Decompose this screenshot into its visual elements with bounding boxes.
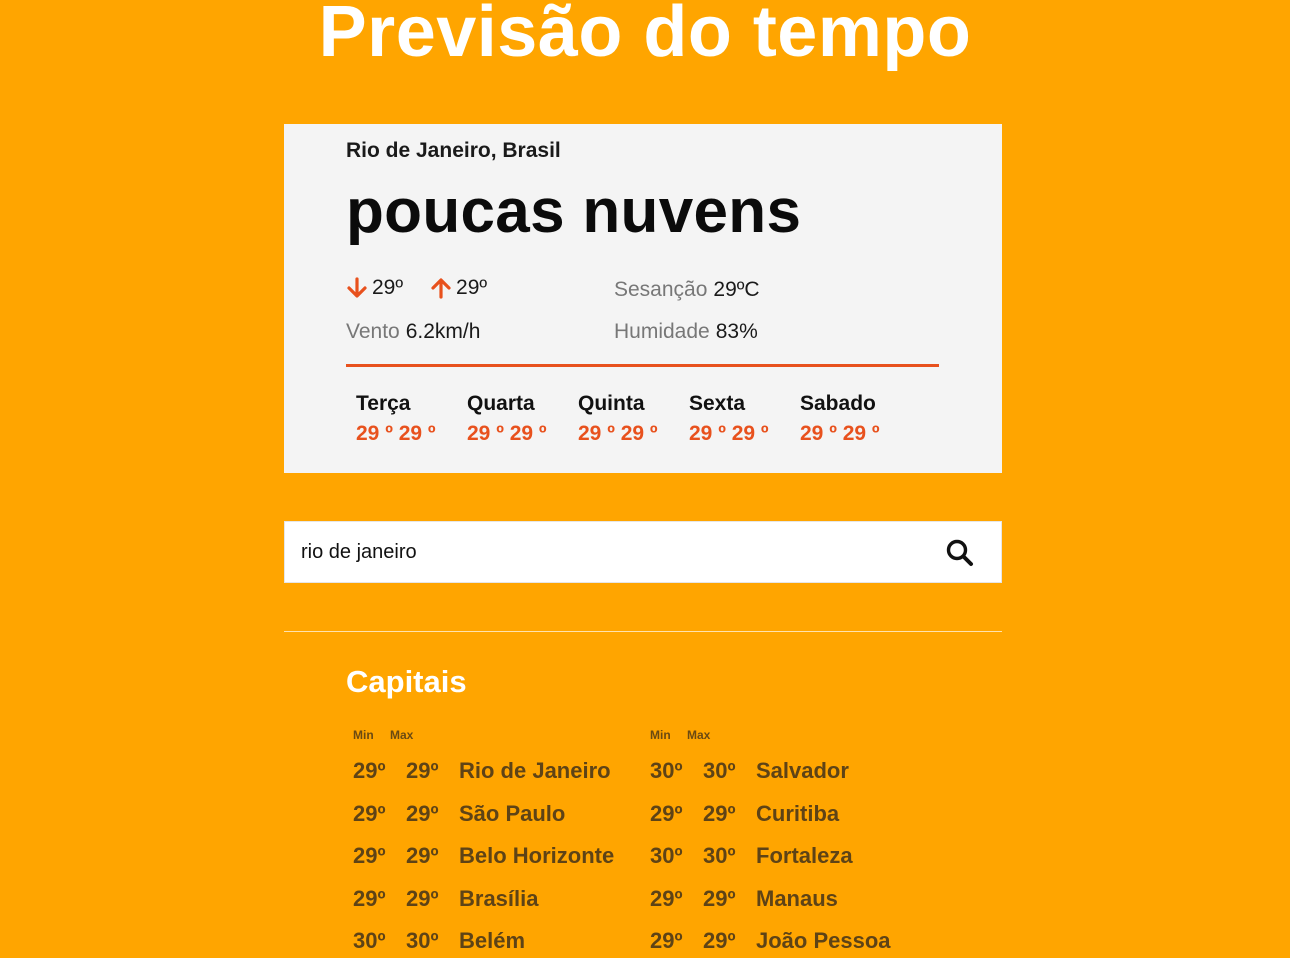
- forecast-day-name: Sexta: [689, 392, 746, 415]
- capital-city-name: Manaus: [756, 885, 838, 911]
- forecast-day-name: Terça: [356, 392, 411, 415]
- feels-like-value: 29ºC: [713, 278, 760, 301]
- feels-like-row: Sesanção 29ºC: [614, 278, 760, 302]
- capital-max-temp: 29º: [406, 885, 439, 911]
- humidity-value: 83%: [715, 320, 758, 343]
- forecast-day: Sabado 29 º 29 º: [800, 392, 911, 446]
- capital-min-temp: 29º: [650, 928, 683, 953]
- capital-city-name: Curitiba: [756, 800, 840, 826]
- forecast-list: Terça 29 º 29 º Quarta 29 º 29 º Quinta …: [356, 392, 911, 446]
- forecast-day-temps: 29 º 29 º: [689, 422, 769, 445]
- capital-city-name: Belém: [459, 928, 526, 953]
- capital-max-temp: 30º: [703, 843, 736, 868]
- capital-max-temp: 29º: [406, 843, 439, 868]
- arrow-down-icon: [346, 277, 368, 299]
- forecast-day-temps: 29 º 29 º: [800, 422, 880, 445]
- capital-min-temp: 29º: [353, 885, 386, 911]
- capital-max-temp: 30º: [406, 928, 439, 953]
- capital-max-temp: 29º: [406, 758, 439, 783]
- max-header: Max: [687, 728, 711, 742]
- temp-min-max-row: 29º 29º: [346, 276, 487, 300]
- wind-value: 6.2km/h: [405, 320, 481, 343]
- capital-max-temp: 29º: [406, 800, 439, 826]
- capital-city-name: São Paulo: [459, 800, 566, 826]
- capital-max-temp: 29º: [703, 800, 736, 826]
- feels-like-label: Sesanção: [614, 278, 708, 301]
- search-input[interactable]: [301, 522, 901, 582]
- min-header: Min: [353, 728, 374, 742]
- capital-city-name: Brasília: [459, 885, 539, 911]
- capital-city-name: Belo Horizonte: [459, 843, 615, 868]
- forecast-day: Quinta 29 º 29 º: [578, 392, 689, 446]
- search-button[interactable]: [943, 536, 977, 570]
- capital-city-name: Salvador: [756, 758, 849, 783]
- capitals-title: Capitais: [346, 664, 467, 699]
- forecast-day-name: Quinta: [578, 392, 645, 415]
- location-label: Rio de Janeiro, Brasil: [346, 139, 561, 162]
- capital-min-temp: 30º: [650, 843, 683, 868]
- wind-row: Vento 6.2km/h: [346, 320, 480, 344]
- temp-max-value: 29º: [456, 276, 488, 299]
- forecast-day: Terça 29 º 29 º: [356, 392, 467, 446]
- capital-max-temp: 30º: [703, 758, 736, 783]
- section-divider: [284, 631, 1002, 632]
- capital-city-name: Rio de Janeiro: [459, 758, 611, 783]
- wind-label: Vento: [346, 320, 400, 343]
- capital-max-temp: 29º: [703, 885, 736, 911]
- humidity-label: Humidade: [614, 320, 710, 343]
- forecast-day-temps: 29 º 29 º: [578, 422, 658, 445]
- humidity-row: Humidade 83%: [614, 320, 758, 344]
- capital-min-temp: 29º: [353, 800, 386, 826]
- capital-max-temp: 29º: [703, 928, 736, 953]
- accent-divider: [346, 364, 939, 367]
- max-header: Max: [390, 728, 414, 742]
- capital-min-temp: 29º: [650, 885, 683, 911]
- capital-min-temp: 30º: [353, 928, 386, 953]
- forecast-day-name: Sabado: [800, 392, 876, 415]
- capital-city-name: Fortaleza: [756, 843, 853, 868]
- weather-condition: poucas nuvens: [346, 177, 802, 246]
- capital-min-temp: 29º: [650, 800, 683, 826]
- capital-city-name: João Pessoa: [756, 928, 891, 953]
- forecast-day: Sexta 29 º 29 º: [689, 392, 800, 446]
- capital-min-temp: 29º: [353, 843, 386, 868]
- temp-min-value: 29º: [372, 276, 404, 299]
- arrow-up-icon: [430, 277, 452, 299]
- page-title: Previsão do tempo: [318, 0, 972, 72]
- capital-min-temp: 30º: [650, 758, 683, 783]
- forecast-day-temps: 29 º 29 º: [467, 422, 547, 445]
- forecast-day: Quarta 29 º 29 º: [467, 392, 578, 446]
- forecast-day-temps: 29 º 29 º: [356, 422, 436, 445]
- search-bar: [284, 521, 1002, 583]
- min-header: Min: [650, 728, 671, 742]
- capital-min-temp: 29º: [353, 758, 386, 783]
- weather-card: Rio de Janeiro, Brasil poucas nuvens 29º…: [284, 124, 1002, 473]
- search-icon: [943, 539, 977, 573]
- forecast-day-name: Quarta: [467, 392, 535, 415]
